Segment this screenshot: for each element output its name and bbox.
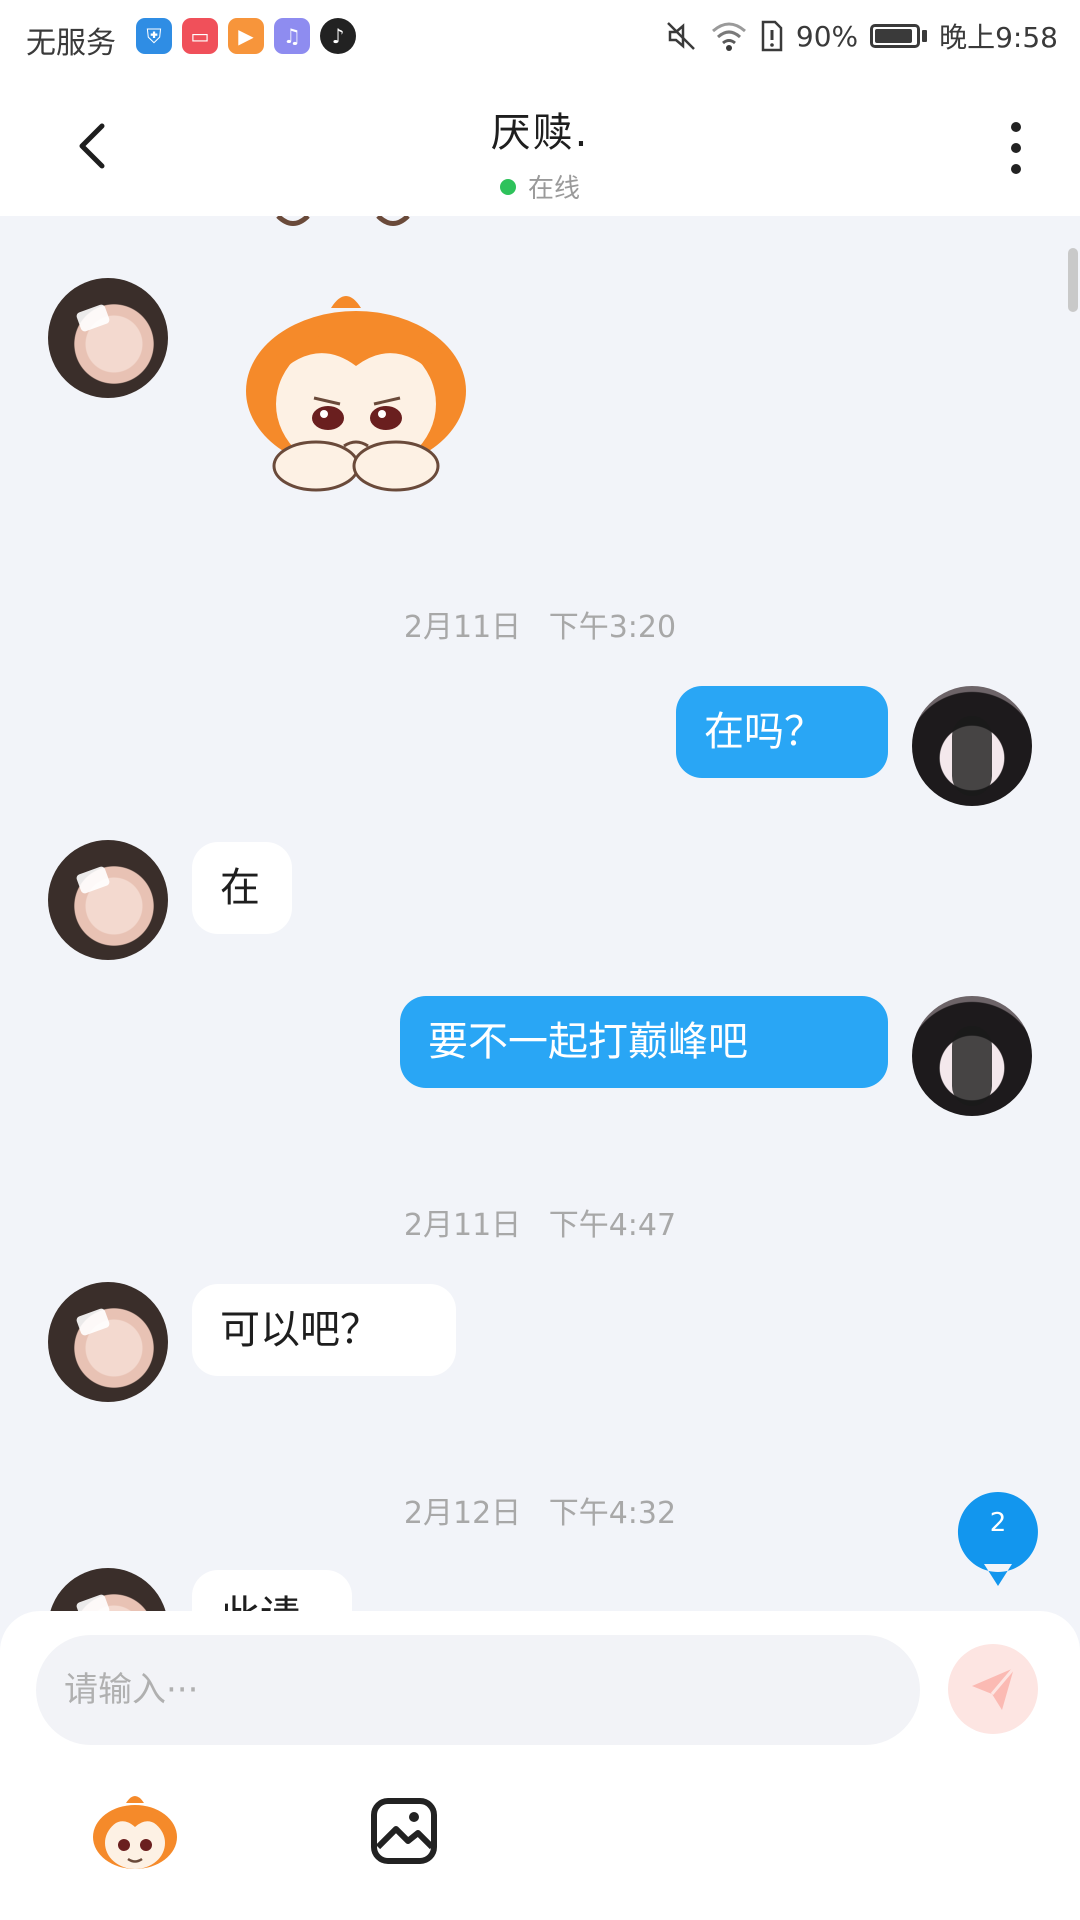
contact-avatar[interactable] [48, 278, 168, 398]
video-app-icon: ▶ [228, 18, 264, 54]
carrier-label: 无服务 [26, 26, 116, 61]
more-options-button[interactable] [996, 116, 1036, 180]
mute-icon [666, 22, 695, 50]
message-list[interactable]: 2月11日 下午3:20 在吗？ 在 要不一起打巅峰吧 2月11日 下午4:47… [0, 216, 1080, 1611]
composer [0, 1611, 1080, 1920]
chat-screen: 无服务 ⛨ ▭ ▶ ♫ ♪ 90% 晚上9:58 厌赎. 在线 2月11日 下午… [0, 0, 1080, 1920]
online-dot-icon [499, 178, 516, 195]
contact-avatar[interactable] [48, 1282, 168, 1402]
chat-header: 厌赎. 在线 [0, 76, 1080, 216]
tiktok-app-icon: ♪ [320, 18, 356, 54]
contact-avatar[interactable] [48, 1568, 168, 1611]
previous-sticker-fragment [276, 216, 410, 226]
mascot-emoji-icon [93, 1796, 177, 1869]
image-picker-button[interactable] [368, 1795, 440, 1867]
music-app-icon: ♫ [274, 18, 310, 54]
contact-avatar[interactable] [48, 840, 168, 960]
outgoing-message-bubble[interactable]: 在吗？ [676, 686, 888, 778]
contact-name: 厌赎. [490, 110, 590, 156]
unread-messages-badge[interactable]: 2 [956, 1490, 1040, 1586]
self-avatar[interactable] [912, 686, 1032, 806]
notification-app-icons: ⛨ ▭ ▶ ♫ ♪ [136, 18, 356, 54]
unread-pin-icon [957, 1492, 1038, 1586]
battery-icon [870, 24, 928, 48]
battery-fill [875, 29, 912, 43]
incoming-message-bubble[interactable]: 此请 [192, 1570, 352, 1611]
paper-plane-icon [972, 1667, 1016, 1710]
message-timestamp: 2月12日 下午4:32 [403, 1496, 677, 1531]
unread-count: 2 [989, 1508, 1007, 1538]
wifi-icon [711, 22, 746, 51]
scrollbar[interactable] [1068, 248, 1078, 312]
message-timestamp: 2月11日 下午3:20 [403, 610, 677, 645]
clock: 晚上9:58 [939, 21, 1058, 54]
status-bar: 无服务 ⛨ ▭ ▶ ♫ ♪ 90% 晚上9:58 [0, 0, 1080, 76]
shield-app-icon: ⛨ [136, 18, 172, 54]
online-status: 在线 [499, 168, 580, 205]
outgoing-message-bubble[interactable]: 要不一起打巅峰吧 [400, 996, 888, 1088]
status-indicators: 90% 晚上9:58 [664, 16, 1058, 56]
battery-percent: 90% [795, 19, 859, 53]
sim-alert-icon [761, 20, 783, 52]
store-app-icon: ▭ [182, 18, 218, 54]
more-vertical-icon [1011, 122, 1021, 132]
sticker-sad-girl-icon[interactable] [236, 286, 476, 496]
incoming-message-bubble[interactable]: 在 [192, 842, 292, 934]
emoji-sticker-button[interactable] [90, 1793, 180, 1873]
message-input[interactable] [36, 1635, 920, 1745]
contact-info: 厌赎. 在线 [0, 100, 1080, 205]
image-icon [371, 1798, 437, 1864]
incoming-message-bubble[interactable]: 可以吧？ [192, 1284, 456, 1376]
self-avatar[interactable] [912, 996, 1032, 1116]
message-timestamp: 2月11日 下午4:47 [403, 1208, 677, 1243]
online-status-label: 在线 [527, 174, 580, 204]
send-button[interactable] [948, 1644, 1038, 1734]
